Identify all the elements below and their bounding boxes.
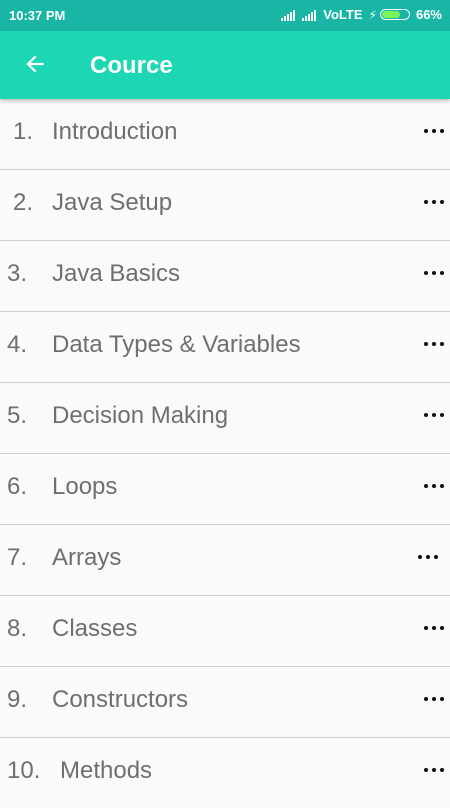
more-options-icon[interactable] <box>422 758 446 782</box>
app-bar: Cource <box>0 31 450 99</box>
lesson-number: 10. <box>7 757 41 784</box>
lesson-row[interactable]: 5. Decision Making <box>0 383 450 454</box>
lesson-row[interactable]: 3. Java Basics <box>0 241 450 312</box>
charging-icon: ⚡ <box>368 7 377 22</box>
lesson-number: 3. <box>7 260 28 287</box>
status-bar: 10:37 PM VoLTE ⚡ 66% <box>0 0 450 31</box>
more-options-icon[interactable] <box>422 119 446 143</box>
more-options-icon[interactable] <box>422 474 446 498</box>
lesson-title: Java Setup <box>52 189 173 216</box>
more-options-icon[interactable] <box>422 190 446 214</box>
lesson-row[interactable]: 8. Classes <box>0 596 450 667</box>
battery-percent: 66% <box>415 7 442 22</box>
lesson-title: Decision Making <box>52 402 229 429</box>
lesson-title: Classes <box>52 615 138 642</box>
page-title: Cource <box>90 52 173 79</box>
lesson-title: Loops <box>52 473 118 500</box>
status-time: 10:37 PM <box>9 8 66 23</box>
more-options-icon[interactable] <box>422 403 446 427</box>
status-icons: VoLTE ⚡ 66% <box>281 7 442 22</box>
lesson-row[interactable]: 4. Data Types & Variables <box>0 312 450 383</box>
signal-icon <box>281 9 296 21</box>
lesson-number: 8. <box>7 615 28 642</box>
more-options-icon[interactable] <box>422 616 446 640</box>
lesson-title: Introduction <box>52 118 178 145</box>
lesson-title: Constructors <box>52 686 189 713</box>
more-options-icon[interactable] <box>422 687 446 711</box>
lesson-number: 7. <box>7 544 28 571</box>
lesson-number: 4. <box>7 331 28 358</box>
lesson-row[interactable]: 2. Java Setup <box>0 170 450 241</box>
more-options-icon[interactable] <box>416 545 440 569</box>
lesson-row[interactable]: 10. Methods <box>0 738 450 808</box>
network-type: VoLTE <box>323 7 363 22</box>
signal-icon-2 <box>302 9 317 21</box>
lesson-number: 2. <box>13 189 34 216</box>
lesson-title: Methods <box>60 757 153 784</box>
lesson-number: 9. <box>7 686 28 713</box>
lesson-row[interactable]: 9. Constructors <box>0 667 450 738</box>
lesson-title: Arrays <box>52 544 122 571</box>
battery-icon <box>379 9 410 20</box>
lesson-title: Data Types & Variables <box>52 331 301 358</box>
lesson-list: 1. Introduction 2. Java Setup 3. Java Ba… <box>0 99 450 808</box>
lesson-number: 5. <box>7 402 28 429</box>
lesson-number: 1. <box>13 118 34 145</box>
lesson-row[interactable]: 7. Arrays <box>0 525 450 596</box>
lesson-number: 6. <box>7 473 28 500</box>
lesson-title: Java Basics <box>52 260 181 287</box>
more-options-icon[interactable] <box>422 261 446 285</box>
more-options-icon[interactable] <box>422 332 446 356</box>
lesson-row[interactable]: 1. Introduction <box>0 99 450 170</box>
lesson-row[interactable]: 6. Loops <box>0 454 450 525</box>
arrow-left-icon[interactable] <box>22 51 48 77</box>
